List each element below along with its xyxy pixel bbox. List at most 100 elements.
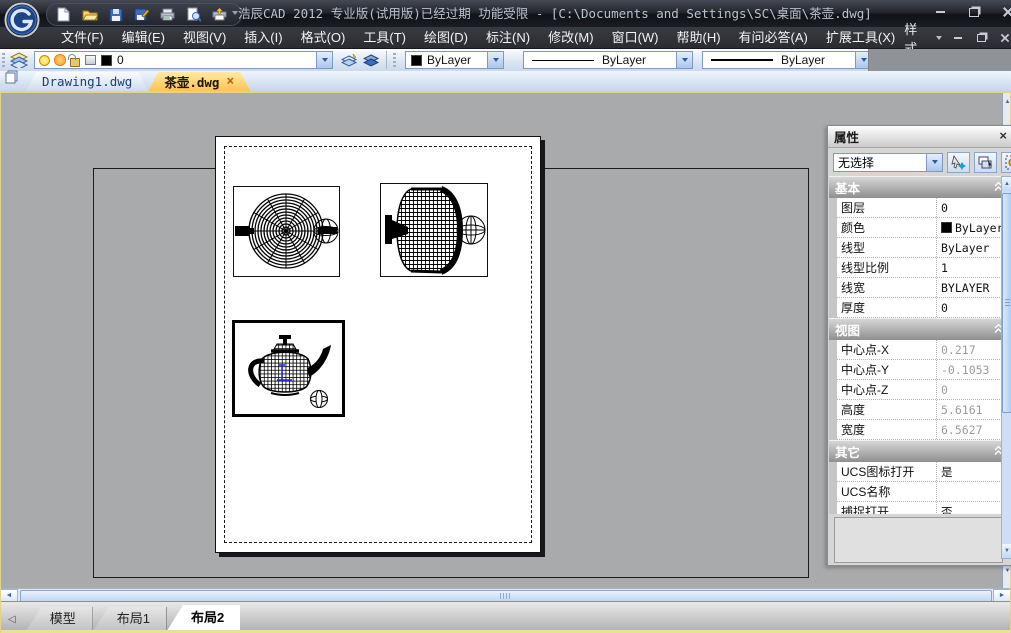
- property-value[interactable]: [936, 482, 1010, 501]
- property-value[interactable]: 否: [936, 502, 1010, 514]
- documents-stack-icon[interactable]: [5, 70, 20, 89]
- menu-window[interactable]: 窗口(W): [603, 27, 668, 49]
- scroll-right-icon: ►: [999, 592, 1006, 599]
- color-select[interactable]: ByLayer: [405, 51, 504, 69]
- menu-edit[interactable]: 编辑(E): [113, 27, 174, 49]
- menu-view[interactable]: 视图(V): [174, 27, 235, 49]
- toolbar-drag-grip[interactable]: [2, 53, 5, 67]
- property-value[interactable]: ByLayer: [936, 238, 1010, 257]
- layer-dropdown-button[interactable]: [316, 52, 332, 68]
- menu-bar: 文件(F) 编辑(E) 视图(V) 插入(I) 格式(O) 工具(T) 绘图(D…: [0, 27, 1011, 49]
- layout-tabs-scroll-left-icon[interactable]: ◁: [8, 614, 16, 625]
- scroll-up-icon[interactable]: ▲: [1002, 177, 1011, 191]
- menu-express-tools[interactable]: 扩展工具(X): [817, 27, 904, 49]
- property-row-center-z: 中心点-Z 0: [837, 380, 1010, 400]
- property-row-lineweight: 线宽 BYLAYER: [837, 278, 1010, 298]
- publish-icon[interactable]: [211, 6, 228, 23]
- print-preview-icon[interactable]: [185, 6, 202, 23]
- viewport-teapot-side-view-active[interactable]: [232, 320, 345, 417]
- tab-model[interactable]: 模型: [26, 607, 93, 631]
- selection-filter-select[interactable]: 无选择: [833, 153, 943, 172]
- layer-select[interactable]: 0: [34, 51, 333, 69]
- style-chevron-down-icon[interactable]: [936, 36, 942, 40]
- layer-previous-icon[interactable]: [360, 51, 382, 70]
- menu-insert[interactable]: 插入(I): [235, 27, 291, 49]
- linetype-dropdown-button[interactable]: [676, 52, 692, 68]
- open-file-icon[interactable]: [81, 6, 98, 23]
- viewport-teapot-top-view[interactable]: [233, 186, 340, 277]
- tab-close-icon[interactable]: ×: [226, 74, 234, 89]
- menu-draw[interactable]: 绘图(D): [415, 27, 477, 49]
- toolbar-empty-dock-area: [868, 49, 1011, 71]
- current-color-swatch: [411, 55, 422, 66]
- properties-panel-title: 属性: [834, 127, 859, 146]
- paper-sheet: [215, 136, 541, 553]
- layer-manager-icon[interactable]: [8, 51, 30, 70]
- make-object-layer-current-icon[interactable]: [338, 51, 360, 70]
- layer-unlock-icon[interactable]: [70, 58, 80, 67]
- color-dropdown-button[interactable]: [487, 52, 503, 68]
- restore-icon: [977, 34, 986, 42]
- property-value[interactable]: 0: [936, 298, 1010, 317]
- properties-panel-titlebar[interactable]: 属性 ×: [828, 126, 1011, 148]
- panel-close-icon[interactable]: ×: [999, 128, 1007, 143]
- tab-drawing1[interactable]: Drawing1.dwg: [26, 72, 148, 91]
- panel-scroll-thumb[interactable]: [1002, 193, 1011, 413]
- chevron-down-icon: [682, 58, 688, 62]
- scroll-down-icon[interactable]: ▼: [1002, 544, 1011, 558]
- property-value[interactable]: 1: [936, 258, 1010, 277]
- property-value[interactable]: ByLayer: [936, 218, 1010, 237]
- menu-file[interactable]: 文件(F): [52, 27, 113, 49]
- menu-qa[interactable]: 有问必答(A): [730, 27, 817, 49]
- section-header-view[interactable]: 视图: [829, 318, 1010, 340]
- app-logo-icon[interactable]: [3, 1, 41, 39]
- child-restore-button[interactable]: [975, 31, 988, 45]
- property-value[interactable]: BYLAYER: [936, 278, 1010, 297]
- menu-tools[interactable]: 工具(T): [354, 27, 415, 49]
- child-minimize-button[interactable]: [952, 31, 965, 45]
- toggle-pickadd-button[interactable]: [1001, 152, 1011, 173]
- property-row-layer: 图层 0: [837, 198, 1010, 218]
- tab-teapot-dwg[interactable]: 茶壶.dwg ×: [148, 72, 250, 91]
- child-close-button[interactable]: [998, 31, 1011, 45]
- menu-help[interactable]: 帮助(H): [668, 27, 730, 49]
- property-label: 宽度: [837, 421, 936, 438]
- layer-thaw-sun-icon[interactable]: [55, 55, 65, 65]
- linetype-select[interactable]: ByLayer: [523, 51, 693, 69]
- property-row-snap-on: 捕捉打开 否: [837, 502, 1010, 514]
- toolbar-drag-grip[interactable]: [393, 53, 396, 67]
- layer-on-bulb-icon[interactable]: [39, 55, 50, 66]
- menu-format[interactable]: 格式(O): [292, 27, 355, 49]
- save-icon[interactable]: [107, 6, 124, 23]
- layer-plot-icon[interactable]: [85, 55, 96, 65]
- tab-label: Drawing1.dwg: [42, 74, 132, 89]
- print-icon[interactable]: [159, 6, 176, 23]
- active-document-frame-top: [0, 91, 1011, 93]
- new-file-icon[interactable]: [55, 6, 72, 23]
- menu-dimension[interactable]: 标注(N): [477, 27, 539, 49]
- section-header-misc[interactable]: 其它: [829, 440, 1010, 462]
- select-objects-button[interactable]: [974, 152, 997, 173]
- property-value: 0.217: [936, 340, 1010, 359]
- property-label: 图层: [837, 199, 936, 216]
- property-value[interactable]: 0: [936, 198, 1010, 217]
- quick-select-button[interactable]: [947, 152, 970, 173]
- canvas-horizontal-scrollbar[interactable]: ◄ ►: [0, 588, 1011, 602]
- tab-layout1[interactable]: 布局1: [93, 607, 167, 631]
- section-header-basic[interactable]: 基本: [829, 176, 1010, 198]
- property-value[interactable]: 是: [936, 462, 1010, 481]
- tab-layout2-active[interactable]: 布局2: [167, 605, 240, 631]
- lineweight-select[interactable]: ByLayer: [702, 51, 872, 69]
- properties-grid: 基本 图层 0 颜色 ByLayer 线型 ByLayer 线型比例 1: [829, 176, 1010, 514]
- panel-vertical-scrollbar[interactable]: ▲ ▼: [1001, 176, 1011, 559]
- selection-filter-dropdown-button[interactable]: [926, 154, 942, 171]
- color-swatch: [941, 222, 952, 233]
- menu-modify[interactable]: 修改(M): [539, 27, 603, 49]
- viewport-teapot-front-view[interactable]: [380, 183, 488, 277]
- property-label: 中心点-Z: [837, 381, 936, 398]
- section-title: 视图: [835, 320, 860, 339]
- quick-access-toolbar: [46, 3, 242, 26]
- property-label: UCS名称: [837, 483, 936, 500]
- property-label: 线宽: [837, 279, 936, 296]
- save-as-icon[interactable]: [133, 6, 150, 23]
